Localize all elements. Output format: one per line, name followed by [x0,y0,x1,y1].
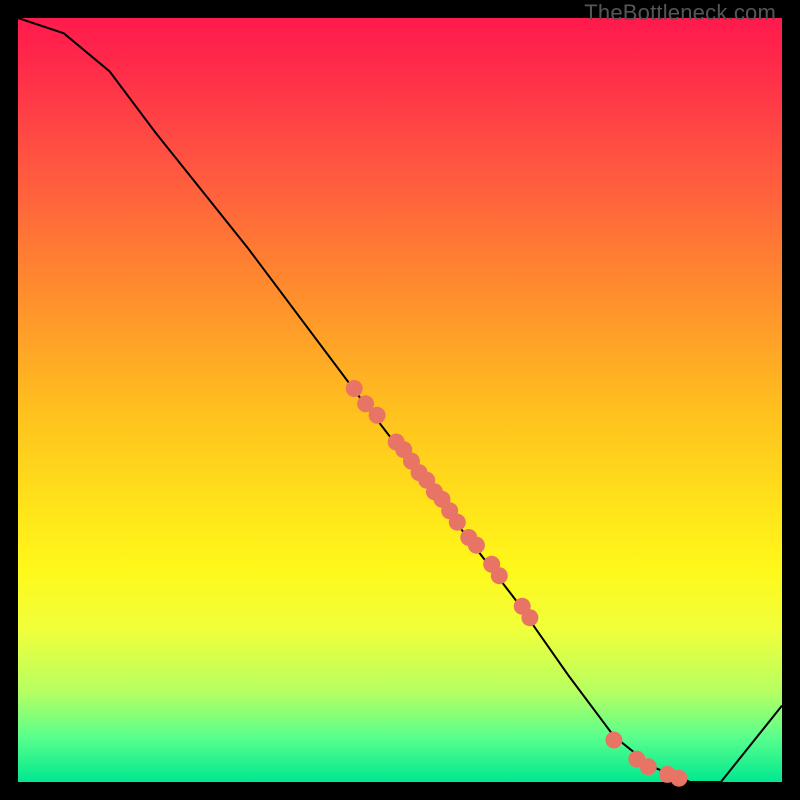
scatter-points-group [346,380,688,787]
scatter-point [491,567,508,584]
bottleneck-curve [18,18,782,782]
scatter-point [369,407,386,424]
scatter-point [640,758,657,775]
scatter-point [521,609,538,626]
scatter-point [605,732,622,749]
chart-container: TheBottleneck.com [0,0,800,800]
scatter-point [670,770,687,787]
scatter-point [468,537,485,554]
watermark-label: TheBottleneck.com [584,0,776,26]
scatter-point [346,380,363,397]
chart-svg-overlay [18,18,782,782]
scatter-point [449,514,466,531]
